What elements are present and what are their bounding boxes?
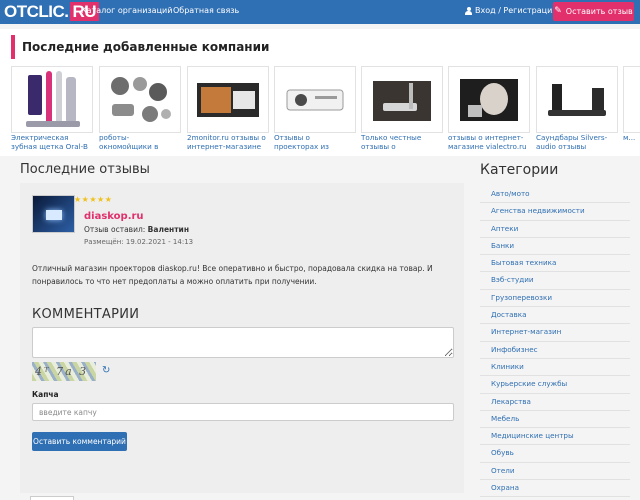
- review-author: Отзыв оставил: Валентин: [84, 225, 189, 234]
- comments-heading: КОММЕНТАРИИ: [32, 307, 140, 322]
- company-card[interactable]: отзывы о интернет-магазине vialectro.ru: [448, 66, 530, 151]
- main-content: Последние отзывы ★★★★★ diaskop.ru Отзыв …: [20, 162, 470, 493]
- category-link[interactable]: Мебель: [480, 411, 630, 429]
- category-link[interactable]: Лекарства: [480, 394, 630, 411]
- category-link[interactable]: Курьерские службы: [480, 376, 630, 394]
- category-link[interactable]: Обувь: [480, 445, 630, 463]
- company-caption[interactable]: Отзывы о проекторах из newskreen.ru: [274, 134, 356, 151]
- category-link[interactable]: Грузоперевозки: [480, 290, 630, 308]
- company-thumbnail[interactable]: [187, 66, 269, 133]
- monitor-image: [197, 82, 259, 117]
- company-caption[interactable]: Электрическая зубная щетка Oral-B опыт..…: [11, 134, 93, 151]
- projector-image: [286, 89, 344, 110]
- captcha-label: Капча: [32, 390, 59, 399]
- review-date: Размещён: 19.02.2021 - 14:13: [84, 238, 194, 246]
- captcha-input[interactable]: [32, 403, 454, 421]
- categories-heading: Категории: [480, 162, 559, 178]
- user-icon: [465, 6, 472, 15]
- company-thumbnail[interactable]: [448, 66, 530, 133]
- category-link[interactable]: Интернет-магазин: [480, 324, 630, 342]
- company-thumbnail[interactable]: [274, 66, 356, 133]
- company-thumbnail[interactable]: [623, 66, 640, 133]
- category-link[interactable]: Медицинские центры: [480, 428, 630, 446]
- company-card[interactable]: Электрическая зубная щетка Oral-B опыт..…: [11, 66, 93, 151]
- review-author-name: Валентин: [147, 225, 189, 234]
- submit-comment-button[interactable]: Оставить комментарий: [32, 432, 127, 451]
- categories-list: Авто/мото Агенства недвижимости Аптеки Б…: [480, 186, 630, 498]
- bottom-partial-element: [30, 496, 74, 500]
- category-link[interactable]: Клиники: [480, 359, 630, 377]
- login-register-link[interactable]: Вход / Регистрация: [465, 6, 557, 15]
- login-register-label: Вход / Регистрация: [475, 6, 558, 15]
- company-caption[interactable]: 2monitor.ru отзывы о интернет-магазине: [187, 134, 269, 151]
- captcha-image: 4ᵀ 7a 3: [32, 362, 96, 381]
- logo-text: OTCLIC.: [4, 1, 69, 21]
- company-thumbnail[interactable]: [99, 66, 181, 133]
- company-caption[interactable]: роботы-окномойщики в интернет-магазине..…: [99, 134, 181, 151]
- review-card: ★★★★★ diaskop.ru Отзыв оставил: Валентин…: [20, 183, 464, 493]
- review-company-link[interactable]: diaskop.ru: [84, 211, 144, 222]
- category-link[interactable]: Авто/мото: [480, 186, 630, 204]
- categories-sidebar: Категории Авто/мото Агенства недвижимост…: [480, 162, 630, 498]
- company-card[interactable]: Отзывы о проекторах из newskreen.ru: [274, 66, 356, 151]
- nav-catalog-link[interactable]: Каталог организаций: [81, 6, 172, 15]
- window-robot-image: [111, 76, 171, 122]
- product-photo-image: [460, 78, 518, 121]
- review-author-label: Отзыв оставил:: [84, 225, 146, 234]
- soundbar-image: [548, 83, 606, 116]
- company-card[interactable]: 2monitor.ru отзывы о интернет-магазине: [187, 66, 269, 151]
- category-link[interactable]: Банки: [480, 238, 630, 256]
- company-caption[interactable]: м...: [623, 134, 640, 151]
- category-link[interactable]: Агенства недвижимости: [480, 203, 630, 221]
- latest-companies-section: Последние добавленные компании Электриче…: [0, 29, 640, 156]
- category-link[interactable]: Бытовая техника: [480, 255, 630, 273]
- toothbrush-image: [26, 70, 80, 127]
- company-caption[interactable]: Только честные отзывы о интернет-...: [361, 134, 443, 151]
- review-text: Отличный магазин проекторов diaskop.ru! …: [32, 264, 433, 286]
- company-card[interactable]: Только честные отзывы о интернет-...: [361, 66, 443, 151]
- latest-companies-heading: Последние добавленные компании: [11, 35, 269, 59]
- top-navbar: OTCLIC. RU Каталог организаций Обратная с…: [0, 0, 640, 24]
- rating-stars: ★★★★★: [74, 195, 113, 204]
- category-link[interactable]: Доставка: [480, 307, 630, 325]
- category-link[interactable]: Вэб-студии: [480, 272, 630, 290]
- company-card[interactable]: роботы-окномойщики в интернет-магазине..…: [99, 66, 181, 151]
- category-link[interactable]: Аптеки: [480, 221, 630, 238]
- category-link[interactable]: Охрана: [480, 480, 630, 498]
- vacuum-image: [373, 80, 431, 121]
- category-link[interactable]: Отели: [480, 463, 630, 481]
- pencil-icon: ✎: [554, 6, 562, 16]
- company-card[interactable]: Саундбары Silvers-audio отзывы: [536, 66, 618, 151]
- refresh-captcha-icon[interactable]: ↻: [102, 366, 110, 376]
- nav-feedback-link[interactable]: Обратная связь: [173, 6, 239, 15]
- company-card[interactable]: м...: [623, 66, 640, 151]
- company-thumbnail[interactable]: [536, 66, 618, 133]
- company-caption[interactable]: Саундбары Silvers-audio отзывы: [536, 134, 618, 151]
- review-company-image[interactable]: [32, 195, 75, 233]
- company-thumbnail[interactable]: [11, 66, 93, 133]
- latest-reviews-heading: Последние отзывы: [20, 162, 150, 177]
- comment-textarea[interactable]: [32, 327, 454, 358]
- leave-review-label: Оставить отзыв: [565, 7, 633, 16]
- company-thumbnail[interactable]: [361, 66, 443, 133]
- category-link[interactable]: Инфобизнес: [480, 342, 630, 359]
- leave-review-button[interactable]: ✎ Оставить отзыв: [553, 2, 634, 21]
- company-caption[interactable]: отзывы о интернет-магазине vialectro.ru: [448, 134, 530, 151]
